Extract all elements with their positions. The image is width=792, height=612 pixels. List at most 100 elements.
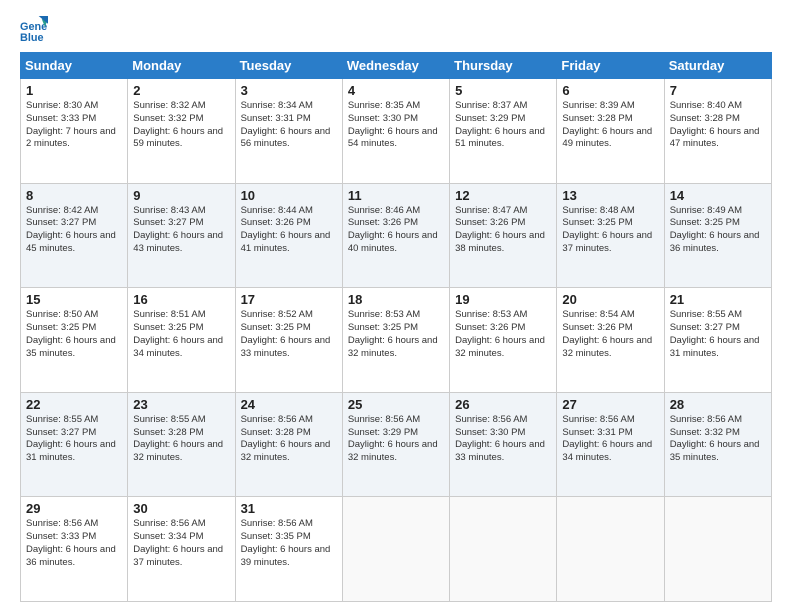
cell-info: Sunrise: 8:43 AMSunset: 3:27 PMDaylight:… bbox=[133, 205, 223, 254]
calendar-cell: 17 Sunrise: 8:52 AMSunset: 3:25 PMDayligh… bbox=[235, 288, 342, 393]
day-number: 9 bbox=[133, 188, 229, 203]
day-number: 21 bbox=[670, 292, 766, 307]
calendar-cell: 12 Sunrise: 8:47 AMSunset: 3:26 PMDayligh… bbox=[450, 183, 557, 288]
calendar-cell: 2 Sunrise: 8:32 AMSunset: 3:32 PMDaylight… bbox=[128, 79, 235, 184]
cell-info: Sunrise: 8:47 AMSunset: 3:26 PMDaylight:… bbox=[455, 205, 545, 254]
calendar-header-sunday: Sunday bbox=[21, 53, 128, 79]
cell-info: Sunrise: 8:54 AMSunset: 3:26 PMDaylight:… bbox=[562, 309, 652, 358]
cell-info: Sunrise: 8:52 AMSunset: 3:25 PMDaylight:… bbox=[241, 309, 331, 358]
cell-info: Sunrise: 8:51 AMSunset: 3:25 PMDaylight:… bbox=[133, 309, 223, 358]
cell-info: Sunrise: 8:56 AMSunset: 3:35 PMDaylight:… bbox=[241, 518, 331, 567]
cell-info: Sunrise: 8:48 AMSunset: 3:25 PMDaylight:… bbox=[562, 205, 652, 254]
cell-info: Sunrise: 8:39 AMSunset: 3:28 PMDaylight:… bbox=[562, 100, 652, 149]
calendar-header-saturday: Saturday bbox=[664, 53, 771, 79]
cell-info: Sunrise: 8:56 AMSunset: 3:29 PMDaylight:… bbox=[348, 414, 438, 463]
calendar-cell: 30 Sunrise: 8:56 AMSunset: 3:34 PMDayligh… bbox=[128, 497, 235, 602]
day-number: 1 bbox=[26, 83, 122, 98]
calendar-header-wednesday: Wednesday bbox=[342, 53, 449, 79]
logo-icon: General Blue bbox=[20, 16, 48, 44]
calendar-cell: 20 Sunrise: 8:54 AMSunset: 3:26 PMDayligh… bbox=[557, 288, 664, 393]
calendar-cell: 23Sunrise: 8:55 AMSunset: 3:28 PMDayligh… bbox=[128, 392, 235, 497]
day-number: 11 bbox=[348, 188, 444, 203]
day-number: 29 bbox=[26, 501, 122, 516]
day-number: 16 bbox=[133, 292, 229, 307]
day-number: 15 bbox=[26, 292, 122, 307]
cell-info: Sunrise: 8:55 AMSunset: 3:27 PMDaylight:… bbox=[26, 414, 116, 463]
calendar-cell: 8 Sunrise: 8:42 AMSunset: 3:27 PMDaylight… bbox=[21, 183, 128, 288]
day-number: 2 bbox=[133, 83, 229, 98]
day-number: 12 bbox=[455, 188, 551, 203]
day-number: 23 bbox=[133, 397, 229, 412]
calendar-cell: 5Sunrise: 8:37 AMSunset: 3:29 PMDaylight… bbox=[450, 79, 557, 184]
day-number: 27 bbox=[562, 397, 658, 412]
calendar-cell: 4 Sunrise: 8:35 AMSunset: 3:30 PMDaylight… bbox=[342, 79, 449, 184]
calendar-cell: 10 Sunrise: 8:44 AMSunset: 3:26 PMDayligh… bbox=[235, 183, 342, 288]
day-number: 19 bbox=[455, 292, 551, 307]
cell-info: Sunrise: 8:56 AMSunset: 3:34 PMDaylight:… bbox=[133, 518, 223, 567]
cell-info: Sunrise: 8:56 AMSunset: 3:30 PMDaylight:… bbox=[455, 414, 545, 463]
day-number: 5 bbox=[455, 83, 551, 98]
day-number: 3 bbox=[241, 83, 337, 98]
calendar-week-row: 29 Sunrise: 8:56 AMSunset: 3:33 PMDayligh… bbox=[21, 497, 772, 602]
day-number: 18 bbox=[348, 292, 444, 307]
day-number: 8 bbox=[26, 188, 122, 203]
calendar-cell: 7Sunrise: 8:40 AMSunset: 3:28 PMDaylight… bbox=[664, 79, 771, 184]
calendar-cell bbox=[342, 497, 449, 602]
calendar-cell: 22Sunrise: 8:55 AMSunset: 3:27 PMDayligh… bbox=[21, 392, 128, 497]
cell-info: Sunrise: 8:32 AMSunset: 3:32 PMDaylight:… bbox=[133, 100, 223, 149]
calendar-cell: 18 Sunrise: 8:53 AMSunset: 3:25 PMDayligh… bbox=[342, 288, 449, 393]
calendar-header-monday: Monday bbox=[128, 53, 235, 79]
calendar-cell: 15Sunrise: 8:50 AMSunset: 3:25 PMDayligh… bbox=[21, 288, 128, 393]
calendar-cell: 16 Sunrise: 8:51 AMSunset: 3:25 PMDayligh… bbox=[128, 288, 235, 393]
calendar-cell: 27 Sunrise: 8:56 AMSunset: 3:31 PMDayligh… bbox=[557, 392, 664, 497]
cell-info: Sunrise: 8:35 AMSunset: 3:30 PMDaylight:… bbox=[348, 100, 438, 149]
calendar-cell: 6 Sunrise: 8:39 AMSunset: 3:28 PMDaylight… bbox=[557, 79, 664, 184]
calendar-cell: 3Sunrise: 8:34 AMSunset: 3:31 PMDaylight… bbox=[235, 79, 342, 184]
calendar-cell: 11 Sunrise: 8:46 AMSunset: 3:26 PMDayligh… bbox=[342, 183, 449, 288]
cell-info: Sunrise: 8:46 AMSunset: 3:26 PMDaylight:… bbox=[348, 205, 438, 254]
day-number: 6 bbox=[562, 83, 658, 98]
cell-info: Sunrise: 8:42 AMSunset: 3:27 PMDaylight:… bbox=[26, 205, 116, 254]
cell-info: Sunrise: 8:49 AMSunset: 3:25 PMDaylight:… bbox=[670, 205, 760, 254]
day-number: 10 bbox=[241, 188, 337, 203]
day-number: 20 bbox=[562, 292, 658, 307]
cell-info: Sunrise: 8:56 AMSunset: 3:28 PMDaylight:… bbox=[241, 414, 331, 463]
calendar-table: SundayMondayTuesdayWednesdayThursdayFrid… bbox=[20, 52, 772, 602]
calendar-cell: 19 Sunrise: 8:53 AMSunset: 3:26 PMDayligh… bbox=[450, 288, 557, 393]
cell-info: Sunrise: 8:53 AMSunset: 3:26 PMDaylight:… bbox=[455, 309, 545, 358]
calendar-cell bbox=[557, 497, 664, 602]
calendar-header-friday: Friday bbox=[557, 53, 664, 79]
day-number: 17 bbox=[241, 292, 337, 307]
calendar-header-thursday: Thursday bbox=[450, 53, 557, 79]
calendar-cell: 26Sunrise: 8:56 AMSunset: 3:30 PMDayligh… bbox=[450, 392, 557, 497]
page: General Blue SundayMondayTuesdayWednesda… bbox=[0, 0, 792, 612]
day-number: 30 bbox=[133, 501, 229, 516]
calendar-cell: 13Sunrise: 8:48 AMSunset: 3:25 PMDayligh… bbox=[557, 183, 664, 288]
day-number: 31 bbox=[241, 501, 337, 516]
cell-info: Sunrise: 8:56 AMSunset: 3:33 PMDaylight:… bbox=[26, 518, 116, 567]
calendar-header-row: SundayMondayTuesdayWednesdayThursdayFrid… bbox=[21, 53, 772, 79]
calendar-cell: 25 Sunrise: 8:56 AMSunset: 3:29 PMDayligh… bbox=[342, 392, 449, 497]
calendar-cell: 21 Sunrise: 8:55 AMSunset: 3:27 PMDayligh… bbox=[664, 288, 771, 393]
calendar-cell: 14 Sunrise: 8:49 AMSunset: 3:25 PMDayligh… bbox=[664, 183, 771, 288]
cell-info: Sunrise: 8:55 AMSunset: 3:27 PMDaylight:… bbox=[670, 309, 760, 358]
cell-info: Sunrise: 8:30 AMSunset: 3:33 PMDaylight:… bbox=[26, 100, 116, 149]
cell-info: Sunrise: 8:56 AMSunset: 3:31 PMDaylight:… bbox=[562, 414, 652, 463]
calendar-cell: 1 Sunrise: 8:30 AMSunset: 3:33 PMDaylight… bbox=[21, 79, 128, 184]
day-number: 24 bbox=[241, 397, 337, 412]
header: General Blue bbox=[20, 16, 772, 44]
cell-info: Sunrise: 8:44 AMSunset: 3:26 PMDaylight:… bbox=[241, 205, 331, 254]
calendar-cell: 24 Sunrise: 8:56 AMSunset: 3:28 PMDayligh… bbox=[235, 392, 342, 497]
logo: General Blue bbox=[20, 16, 52, 44]
day-number: 14 bbox=[670, 188, 766, 203]
svg-text:Blue: Blue bbox=[20, 32, 44, 44]
calendar-cell: 9 Sunrise: 8:43 AMSunset: 3:27 PMDaylight… bbox=[128, 183, 235, 288]
day-number: 4 bbox=[348, 83, 444, 98]
cell-info: Sunrise: 8:53 AMSunset: 3:25 PMDaylight:… bbox=[348, 309, 438, 358]
day-number: 25 bbox=[348, 397, 444, 412]
calendar-week-row: 8 Sunrise: 8:42 AMSunset: 3:27 PMDaylight… bbox=[21, 183, 772, 288]
calendar-cell: 28Sunrise: 8:56 AMSunset: 3:32 PMDayligh… bbox=[664, 392, 771, 497]
calendar-week-row: 1 Sunrise: 8:30 AMSunset: 3:33 PMDaylight… bbox=[21, 79, 772, 184]
cell-info: Sunrise: 8:56 AMSunset: 3:32 PMDaylight:… bbox=[670, 414, 760, 463]
calendar-cell: 31 Sunrise: 8:56 AMSunset: 3:35 PMDayligh… bbox=[235, 497, 342, 602]
